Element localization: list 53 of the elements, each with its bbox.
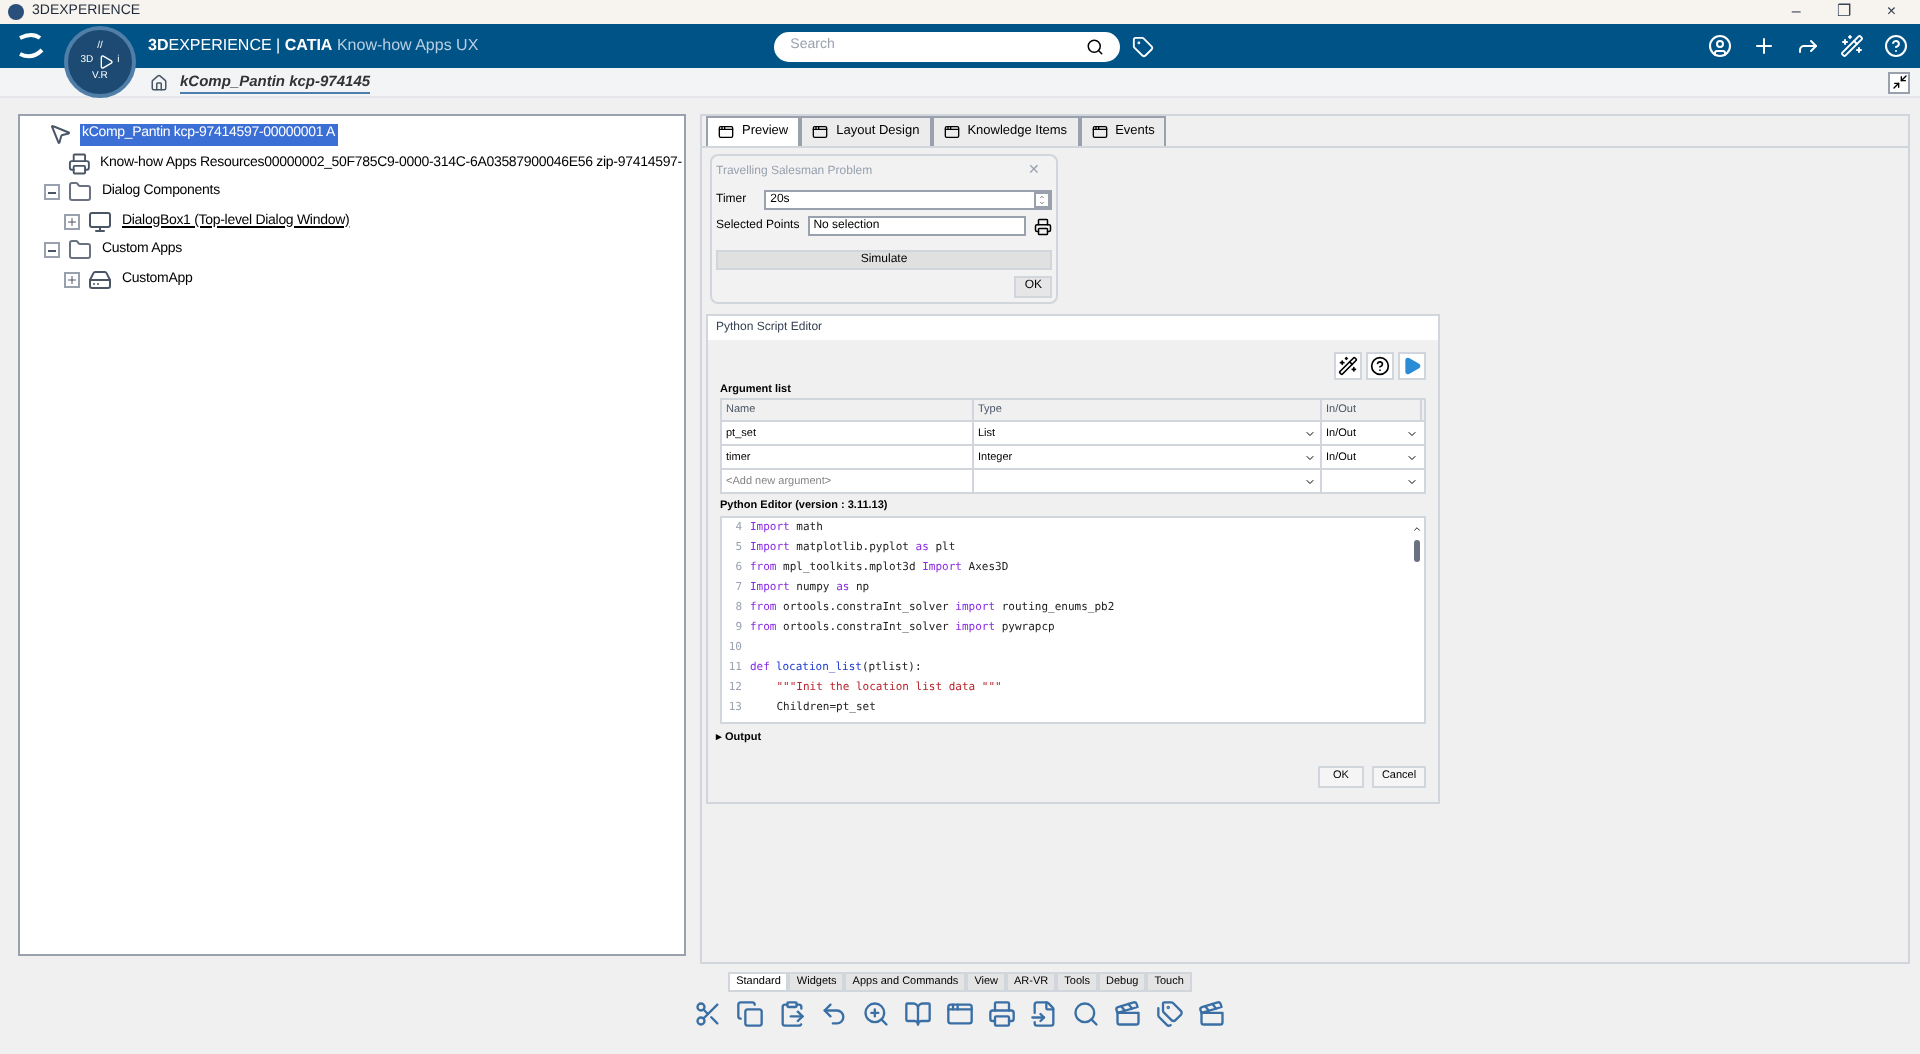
clapperboard-icon[interactable] (1198, 1000, 1226, 1028)
search-icon (1086, 37, 1105, 55)
spin-arrows-icon[interactable] (1034, 192, 1050, 208)
collapse-button[interactable] (1888, 71, 1910, 93)
collapse-icon (1891, 74, 1907, 90)
home-icon (150, 73, 168, 91)
undo-icon[interactable] (820, 1000, 848, 1028)
folder-icon (68, 238, 92, 263)
window-control[interactable]: × (1886, 4, 1896, 20)
help-icon (1884, 34, 1908, 58)
wand-icon (1338, 356, 1358, 376)
wand-button[interactable] (1334, 352, 1362, 380)
clapperboard-icon[interactable] (1114, 1000, 1142, 1028)
tab-icon (943, 124, 960, 140)
drive-icon (88, 267, 112, 292)
run-button[interactable] (1398, 352, 1426, 380)
add-icon (1752, 34, 1776, 58)
zoom-icon[interactable] (862, 1000, 890, 1028)
window-icon[interactable] (946, 1000, 974, 1028)
paste-icon[interactable] (778, 1000, 806, 1028)
printer-icon[interactable] (988, 1000, 1016, 1028)
scroll-up-icon[interactable] (1412, 523, 1422, 533)
expand-icon[interactable] (64, 271, 80, 288)
share-icon (1796, 34, 1820, 58)
window-control[interactable]: ❐ (1836, 4, 1851, 20)
tag-icon (1132, 35, 1155, 57)
user-icon (1708, 34, 1732, 58)
window-icon (88, 209, 112, 234)
cursor-icon (48, 122, 72, 147)
collapse-icon[interactable] (44, 184, 60, 201)
document-icon[interactable] (1030, 1000, 1058, 1028)
scissors-icon[interactable] (694, 1000, 722, 1028)
tags-icon[interactable] (1156, 1000, 1184, 1028)
window-control[interactable]: – (1791, 4, 1801, 20)
help-button[interactable] (1366, 352, 1394, 380)
code-editor[interactable] (720, 515, 1426, 723)
play-icon (1402, 356, 1422, 376)
book-icon[interactable] (904, 1000, 932, 1028)
help-icon (1370, 356, 1390, 376)
play-icon (97, 54, 114, 70)
collapse-icon[interactable] (44, 242, 60, 259)
tab-icon (812, 124, 829, 140)
app-icon (8, 4, 24, 20)
copy-icon[interactable] (736, 1000, 764, 1028)
search-icon[interactable] (1072, 1000, 1100, 1028)
logo-icon (16, 32, 48, 60)
tab-icon (718, 124, 734, 140)
folder-icon (68, 180, 92, 205)
tools-icon (1840, 34, 1864, 58)
tab-icon (1091, 124, 1108, 140)
expand-icon[interactable] (64, 213, 80, 230)
app-title: 3DEXPERIENCE | CATIA Know-how Apps UX (148, 34, 479, 58)
printer-icon (67, 151, 90, 176)
